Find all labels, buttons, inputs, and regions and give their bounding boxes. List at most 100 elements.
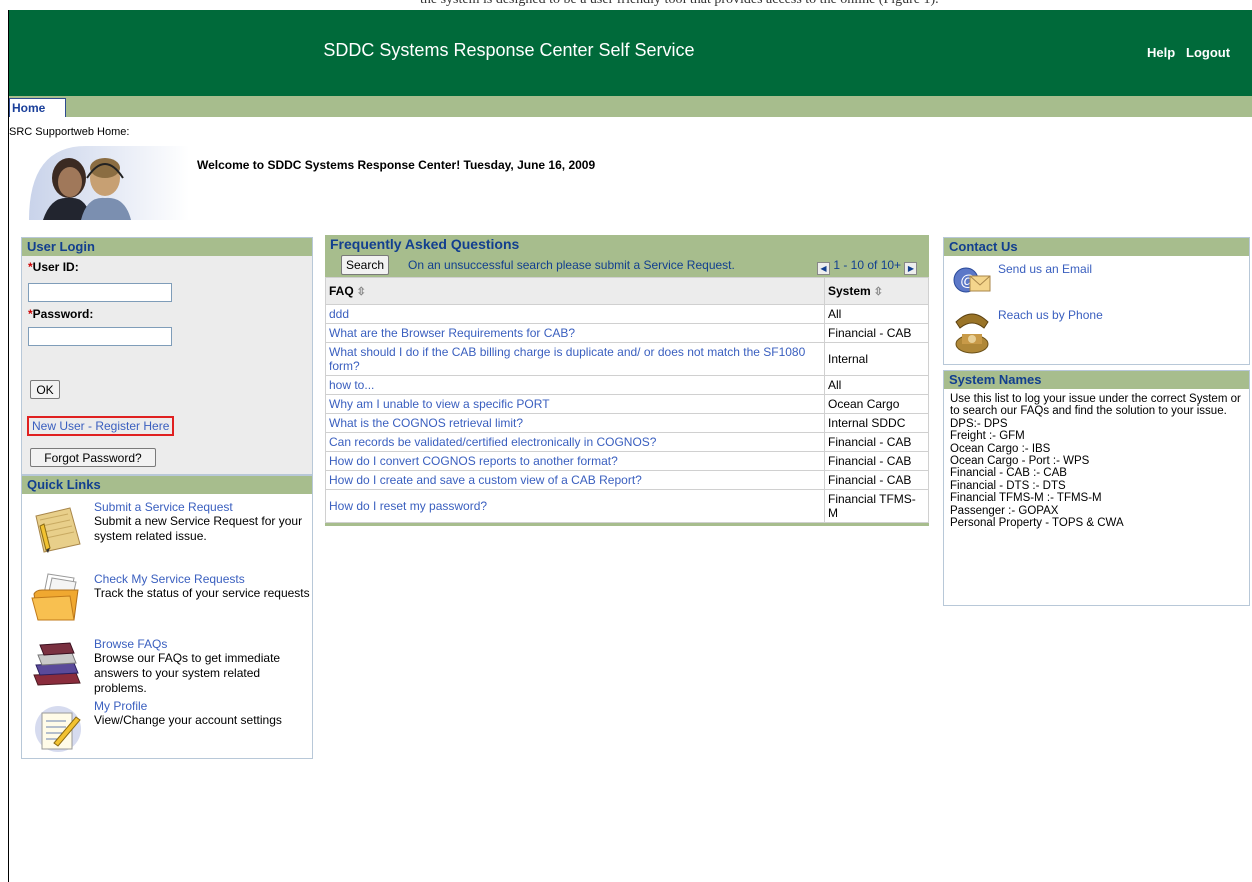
password-label-text: Password: xyxy=(32,307,94,321)
table-row: How do I reset my password? Financial TFM… xyxy=(325,489,929,523)
faq-question-link[interactable]: What are the Browser Requirements for CA… xyxy=(325,323,825,343)
system-names-heading: System Names xyxy=(944,371,1249,389)
quick-link-title[interactable]: Check My Service Requests xyxy=(94,572,245,586)
quick-link-title[interactable]: Submit a Service Request xyxy=(94,500,233,514)
list-item: Personal Property - TOPS & CWA xyxy=(950,517,1124,530)
quick-links-heading: Quick Links xyxy=(22,476,312,494)
folder-documents-icon xyxy=(31,573,79,621)
faq-bottom-border xyxy=(325,523,929,526)
faq-column-header[interactable]: FAQ ⇳ xyxy=(325,277,825,305)
quick-link-desc: Submit a new Service Request for your sy… xyxy=(94,514,303,543)
next-page-icon[interactable]: ▶ xyxy=(904,262,918,275)
send-email-link[interactable]: Send us an Email xyxy=(998,262,1092,276)
table-row: Why am I unable to view a specific PORT O… xyxy=(325,394,929,414)
faq-question-link[interactable]: What is the COGNOS retrieval limit? xyxy=(325,413,825,433)
faq-system-cell: Ocean Cargo xyxy=(824,394,929,414)
system-names-panel: System Names Use this list to log your i… xyxy=(943,370,1250,606)
user-id-input[interactable] xyxy=(28,283,172,302)
list-item: DPS:- DPS xyxy=(950,417,1008,430)
document-fragment: the system is designed to be a user frie… xyxy=(0,0,1252,10)
table-row: What should I do if the CAB billing char… xyxy=(325,342,929,376)
table-row: What are the Browser Requirements for CA… xyxy=(325,323,929,343)
faq-question-link[interactable]: How do I create and save a custom view o… xyxy=(325,470,825,490)
welcome-message: Welcome to SDDC Systems Response Center!… xyxy=(197,158,596,172)
app-header: SDDC Systems Response Center Self Servic… xyxy=(9,10,1252,96)
faq-search-hint: On an unsuccessful search please submit … xyxy=(408,258,735,272)
faq-table: FAQ ⇳ System ⇳ ddd All What are the Browser… xyxy=(325,277,929,523)
faq-system-cell: All xyxy=(824,375,929,395)
forgot-password-button[interactable]: Forgot Password? xyxy=(30,448,156,467)
app-title: SDDC Systems Response Center Self Servic… xyxy=(323,40,695,60)
password-label: *Password: xyxy=(28,307,93,321)
list-item: Financial - DTS :- DTS xyxy=(950,479,1066,492)
faq-panel: Frequently Asked Questions Search On an … xyxy=(325,235,929,526)
ok-button[interactable]: OK xyxy=(30,380,60,399)
telephone-icon xyxy=(955,313,989,354)
user-id-label-text: User ID: xyxy=(32,260,79,274)
quick-link-desc: Track the status of your service request… xyxy=(94,586,310,600)
prev-page-icon[interactable]: ◀ xyxy=(817,262,830,275)
table-row: How do I create and save a custom view o… xyxy=(325,470,929,490)
quick-link-title[interactable]: My Profile xyxy=(94,699,147,713)
list-item: Passenger :- GOPAX xyxy=(950,504,1059,517)
list-item: Financial TFMS-M :- TFMS-M xyxy=(950,492,1102,505)
table-row: Can records be validated/certified elect… xyxy=(325,432,929,452)
faq-pager: ◀ 1 - 10 of 10+ ▶ xyxy=(817,258,918,275)
user-login-heading: User Login xyxy=(22,238,312,256)
faq-system-cell: Financial - CAB xyxy=(824,451,929,471)
email-icon: @ xyxy=(953,267,991,293)
faq-question-link[interactable]: how to... xyxy=(325,375,825,395)
faq-question-link[interactable]: How do I reset my password? xyxy=(325,489,825,523)
user-login-panel: User Login *User ID: *Password: OK New U… xyxy=(21,237,313,475)
breadcrumb: SRC Supportweb Home: xyxy=(9,126,130,138)
faq-question-link[interactable]: How do I convert COGNOS reports to anoth… xyxy=(325,451,825,471)
app-frame: SDDC Systems Response Center Self Servic… xyxy=(8,10,1252,882)
table-row: ddd All xyxy=(325,304,929,324)
new-user-register-link[interactable]: New User - Register Here xyxy=(27,416,175,436)
books-icon xyxy=(33,642,81,686)
help-link[interactable]: Help xyxy=(1147,45,1175,60)
contact-us-heading: Contact Us xyxy=(944,238,1249,256)
faq-system-cell: Financial - CAB xyxy=(824,432,929,452)
logout-link[interactable]: Logout xyxy=(1186,45,1230,60)
table-row: What is the COGNOS retrieval limit? Inter… xyxy=(325,413,929,433)
list-item: Freight :- GFM xyxy=(950,430,1025,443)
faq-search-bar: Search On an unsuccessful search please … xyxy=(325,253,929,277)
faq-table-header: FAQ ⇳ System ⇳ xyxy=(325,277,929,305)
table-row: How do I convert COGNOS reports to anoth… xyxy=(325,451,929,471)
password-input[interactable] xyxy=(28,327,172,346)
system-column-header[interactable]: System ⇳ xyxy=(824,277,929,305)
system-column-label: System xyxy=(828,284,871,298)
document-fragment-text: the system is designed to be a user frie… xyxy=(420,0,939,8)
sort-arrows-icon[interactable]: ⇳ xyxy=(874,285,883,298)
faq-system-cell: Financial - CAB xyxy=(824,323,929,343)
faq-question-link[interactable]: Can records be validated/certified elect… xyxy=(325,432,825,452)
tab-home[interactable]: Home xyxy=(9,98,66,117)
quick-links-panel: Quick Links Submit a Service Request Sub… xyxy=(21,475,313,759)
reach-by-phone-link[interactable]: Reach us by Phone xyxy=(998,308,1103,322)
faq-question-link[interactable]: ddd xyxy=(325,304,825,324)
faq-question-link[interactable]: Why am I unable to view a specific PORT xyxy=(325,394,825,414)
faq-system-cell: All xyxy=(824,304,929,324)
contact-us-panel: Contact Us @ Send us an Email Reach us b… xyxy=(943,237,1250,365)
system-names-intro: Use this list to log your issue under th… xyxy=(950,393,1241,418)
table-row: how to... All xyxy=(325,375,929,395)
faq-question-link[interactable]: What should I do if the CAB billing char… xyxy=(325,342,825,376)
support-agents-image xyxy=(29,145,189,220)
faq-system-cell: Financial - CAB xyxy=(824,470,929,490)
user-id-label: *User ID: xyxy=(28,260,79,274)
faq-heading: Frequently Asked Questions xyxy=(325,235,929,253)
profile-form-icon xyxy=(35,706,81,752)
tab-bar: Home xyxy=(9,96,1252,117)
system-names-body: Use this list to log your issue under th… xyxy=(944,389,1249,533)
quick-link-desc: Browse our FAQs to get immediate answers… xyxy=(94,651,281,695)
quick-link-desc: View/Change your account settings xyxy=(94,713,282,727)
notepad-pencil-icon xyxy=(35,507,81,553)
faq-system-cell: Internal SDDC xyxy=(824,413,929,433)
faq-search-button[interactable]: Search xyxy=(341,255,390,275)
list-item: Ocean Cargo - Port :- WPS xyxy=(950,455,1090,468)
sort-arrows-icon[interactable]: ⇳ xyxy=(357,285,366,298)
faq-table-body: ddd All What are the Browser Requirements… xyxy=(325,304,929,523)
list-item: Ocean Cargo :- IBS xyxy=(950,442,1051,455)
quick-link-title[interactable]: Browse FAQs xyxy=(94,637,167,651)
